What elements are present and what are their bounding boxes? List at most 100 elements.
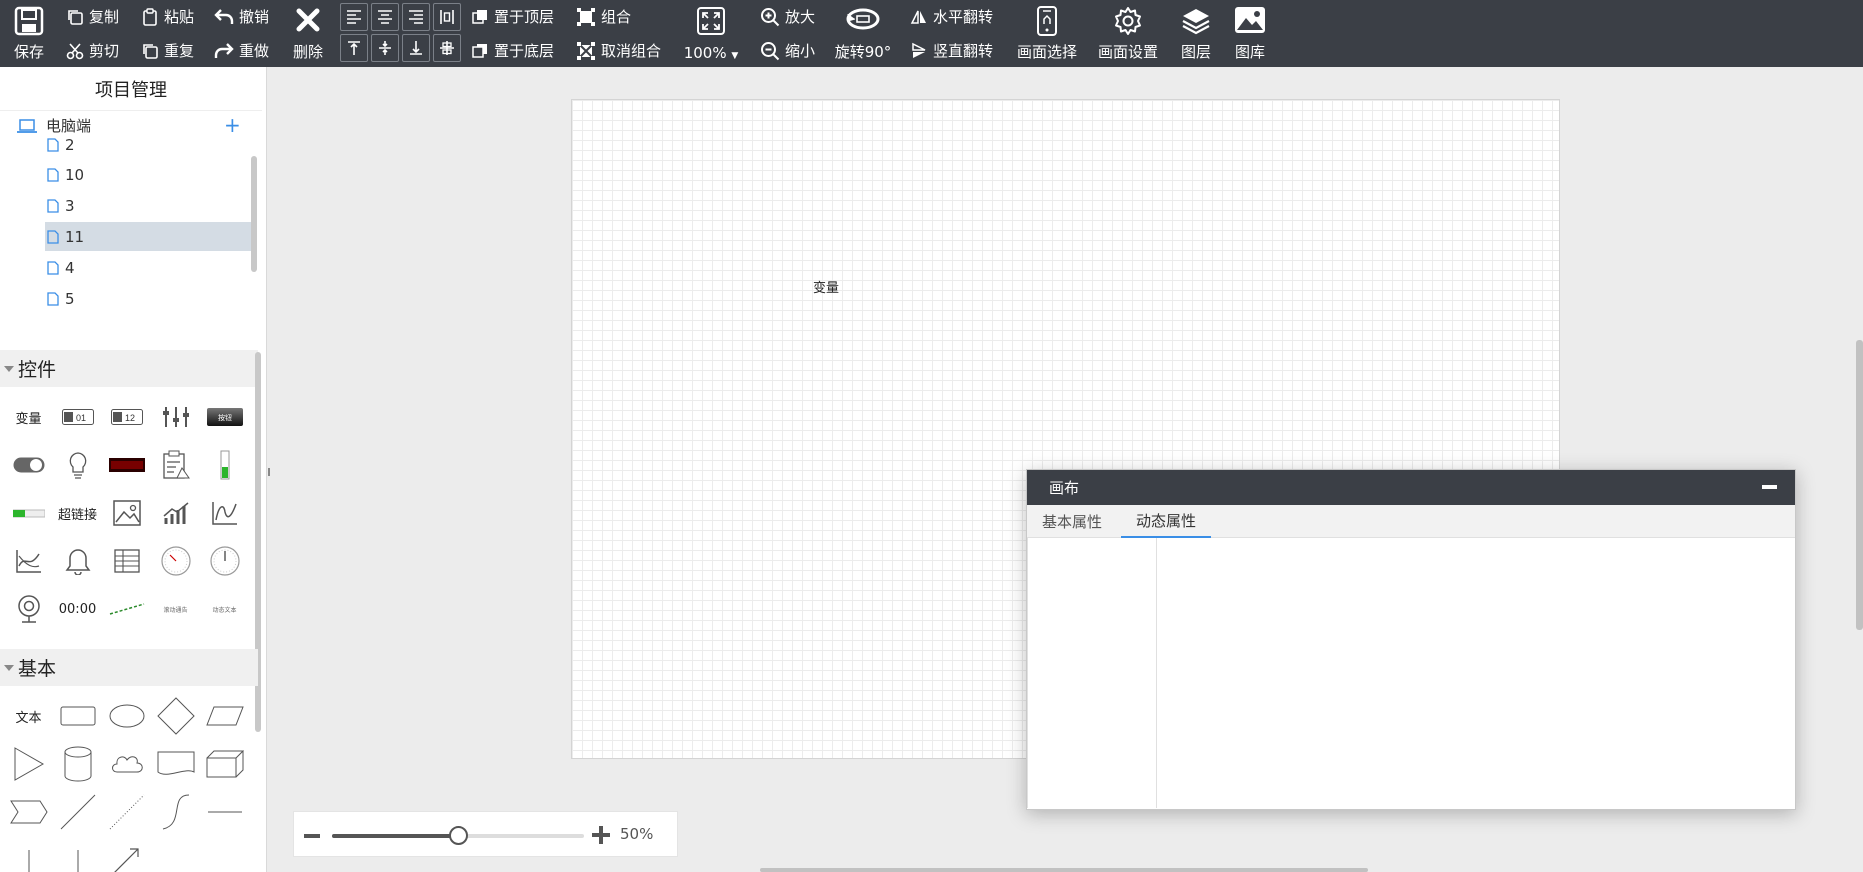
cut-label: 剪切 xyxy=(89,42,120,60)
clock-gauge-icon[interactable] xyxy=(200,537,249,585)
zoom-slider-handle[interactable] xyxy=(449,826,468,845)
numeric-display-01-control[interactable]: 01 xyxy=(53,393,102,441)
cloud-shape-icon[interactable] xyxy=(102,740,151,788)
image-icon[interactable] xyxy=(102,489,151,537)
thermometer-level-control[interactable] xyxy=(200,441,249,489)
page-item-selected[interactable]: 11 xyxy=(45,222,256,251)
gallery-button[interactable]: 图库 xyxy=(1234,6,1266,62)
diamond-shape-icon[interactable] xyxy=(151,692,200,740)
align-right-button[interactable] xyxy=(402,3,430,31)
basic-section-header[interactable]: 基本 xyxy=(0,649,258,686)
cylinder-shape-icon[interactable] xyxy=(53,740,102,788)
delete-button[interactable]: 删除 xyxy=(290,6,326,62)
zoom-plus-button[interactable] xyxy=(592,826,610,844)
workspace-horizontal-scrollbar[interactable] xyxy=(760,868,1368,872)
page-item[interactable]: 2 xyxy=(45,130,256,159)
zoom-in-button[interactable]: 放大 xyxy=(760,6,815,27)
ellipse-shape-icon[interactable] xyxy=(102,692,151,740)
flip-vertical-icon xyxy=(912,42,926,58)
workspace-vertical-scrollbar[interactable] xyxy=(1856,340,1863,630)
dashed-line-control[interactable] xyxy=(102,585,151,633)
progress-bar-control[interactable] xyxy=(4,489,53,537)
controls-section-header[interactable]: 控件 xyxy=(0,350,258,387)
zoom-out-button[interactable]: 缩小 xyxy=(760,40,815,61)
triangle-shape-icon[interactable] xyxy=(4,740,53,788)
send-back-button[interactable]: 置于底层 xyxy=(471,40,554,61)
document-shape-icon[interactable] xyxy=(151,740,200,788)
ungroup-button[interactable]: 取消组合 xyxy=(576,40,661,61)
dashboard-gauge-icon[interactable] xyxy=(151,537,200,585)
parallelogram-shape-icon[interactable] xyxy=(200,692,249,740)
flip-vertical-button[interactable]: 竖直翻转 xyxy=(910,40,993,61)
undo-button[interactable]: 撤销 xyxy=(214,6,269,27)
scroll-notice-control[interactable]: 滚动通告 xyxy=(151,585,200,633)
align-bottom-button[interactable] xyxy=(402,34,430,62)
slider-control-icon[interactable] xyxy=(151,393,200,441)
numeric-display-12-control[interactable]: 12 xyxy=(102,393,151,441)
bring-front-label: 置于顶层 xyxy=(494,8,555,26)
horizontal-line-shape-icon[interactable] xyxy=(200,788,249,836)
page-item[interactable]: 5 xyxy=(45,284,256,313)
canvas-variable-element[interactable]: 变量 xyxy=(813,277,839,296)
curve-chart-icon[interactable] xyxy=(4,537,53,585)
layers-button[interactable]: 图层 xyxy=(1180,6,1212,62)
bring-front-button[interactable]: 置于顶层 xyxy=(471,6,554,27)
tree-scrollbar[interactable] xyxy=(251,156,257,272)
bell-icon[interactable] xyxy=(53,537,102,585)
vertical-line-shape-icon[interactable] xyxy=(4,836,53,872)
screen-settings-button[interactable]: 画面设置 xyxy=(1096,6,1160,62)
page-item[interactable]: 4 xyxy=(45,253,256,282)
minimize-icon[interactable] xyxy=(1762,485,1777,489)
line-chart-icon[interactable] xyxy=(200,489,249,537)
dialog-header[interactable]: 画布 xyxy=(1027,470,1795,505)
rotate-button[interactable]: 旋转90° xyxy=(835,6,891,62)
align-top-button[interactable] xyxy=(340,34,368,62)
cube-shape-icon[interactable] xyxy=(200,740,249,788)
svg-text:01: 01 xyxy=(76,413,86,423)
hyperlink-control[interactable]: 超链接 xyxy=(53,489,102,537)
fit-zoom-button[interactable]: 100% ▼ xyxy=(683,6,739,62)
align-middle-button[interactable] xyxy=(371,34,399,62)
variable-control[interactable]: 变量 xyxy=(4,393,53,441)
flip-horizontal-button[interactable]: 水平翻转 xyxy=(910,6,993,27)
line-shape-icon[interactable] xyxy=(53,788,102,836)
cut-button[interactable]: 剪切 xyxy=(66,40,119,61)
page-item[interactable]: 3 xyxy=(45,191,256,220)
redo-button[interactable]: 重做 xyxy=(214,40,269,61)
text-shape[interactable]: 文本 xyxy=(4,692,53,740)
paste-button[interactable]: 粘贴 xyxy=(141,6,194,27)
align-left-button[interactable] xyxy=(340,3,368,31)
lightbulb-icon[interactable] xyxy=(53,441,102,489)
dynamic-text-control[interactable]: 动态文本 xyxy=(200,585,249,633)
table-icon[interactable] xyxy=(102,537,151,585)
tab-basic-properties[interactable]: 基本属性 xyxy=(1027,505,1117,538)
button-control[interactable]: 按钮 xyxy=(200,393,249,441)
zoom-in-label: 放大 xyxy=(785,8,816,26)
rectangle-shape-icon[interactable] xyxy=(53,692,102,740)
group-button[interactable]: 组合 xyxy=(576,6,631,27)
dotted-line-shape-icon[interactable] xyxy=(102,788,151,836)
distribute-h-button[interactable] xyxy=(433,3,461,31)
save-button[interactable]: 保存 xyxy=(12,6,46,62)
align-center-button[interactable] xyxy=(371,3,399,31)
zoom-minus-button[interactable] xyxy=(304,834,320,838)
panel-splitter-handle[interactable] xyxy=(268,468,270,476)
screen-select-button[interactable]: 画面选择 xyxy=(1016,6,1078,62)
toggle-switch-control[interactable] xyxy=(4,441,53,489)
curve-shape-icon[interactable] xyxy=(151,788,200,836)
tab-dynamic-properties[interactable]: 动态属性 xyxy=(1121,505,1212,538)
zoom-slider-track[interactable] xyxy=(332,826,584,845)
webcam-icon[interactable] xyxy=(4,585,53,633)
repeat-button[interactable]: 重复 xyxy=(141,40,194,61)
vertical-line2-shape-icon[interactable] xyxy=(53,836,102,872)
bar-chart-icon[interactable] xyxy=(151,489,200,537)
copy-button[interactable]: 复制 xyxy=(66,6,119,27)
step-shape-icon[interactable] xyxy=(4,788,53,836)
distribute-v-button[interactable] xyxy=(433,34,461,62)
form-clipboard-icon[interactable] xyxy=(151,441,200,489)
page-item[interactable]: 10 xyxy=(45,160,256,189)
led-display-control[interactable] xyxy=(102,441,151,489)
clock-control[interactable]: 00:00 xyxy=(53,585,102,633)
arrow-shape-icon[interactable] xyxy=(102,836,151,872)
dialog-column-divider[interactable] xyxy=(1156,538,1157,808)
